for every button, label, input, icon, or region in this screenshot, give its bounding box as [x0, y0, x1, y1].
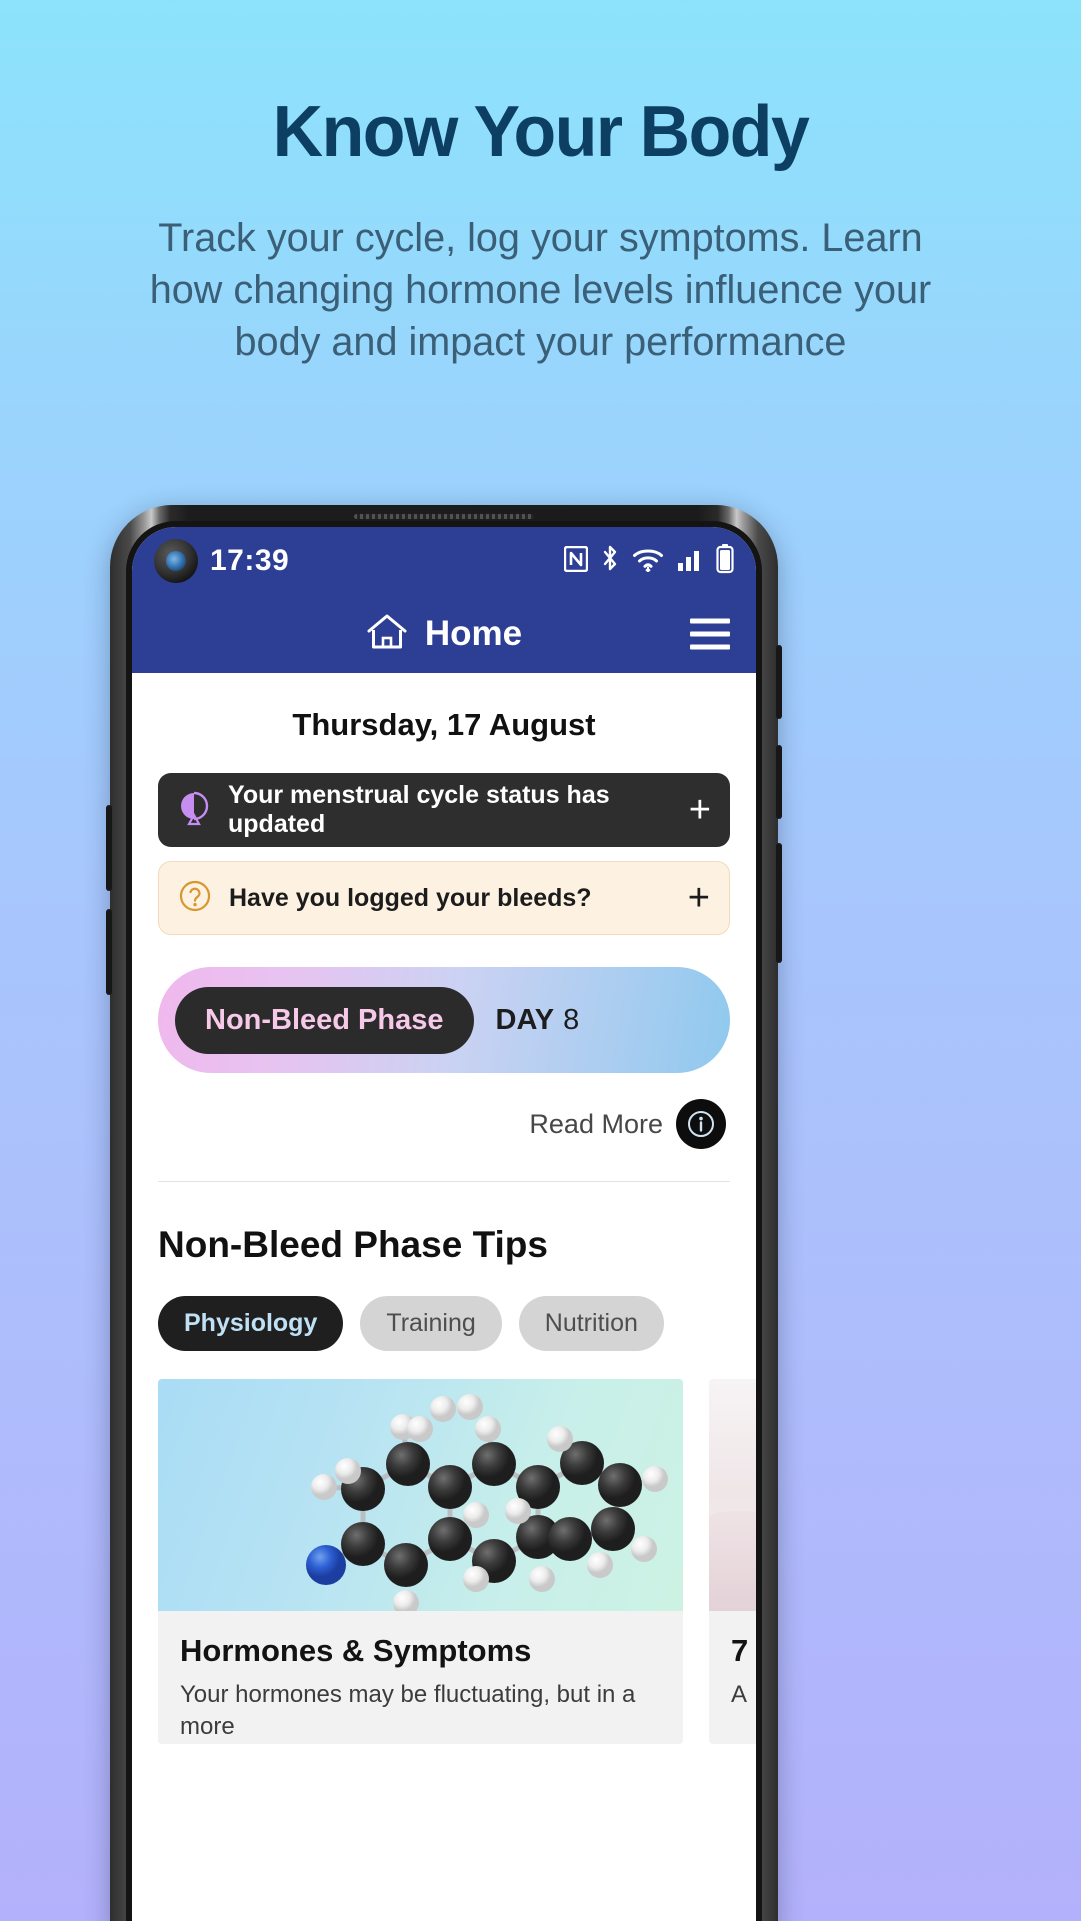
read-more-label: Read More [529, 1108, 663, 1139]
tip-card-title: 7 [731, 1633, 749, 1668]
volume-down-button[interactable] [106, 909, 112, 995]
tab-training[interactable]: Training [360, 1296, 502, 1351]
app-bar: Home [132, 595, 756, 673]
question-mark-icon [178, 879, 212, 918]
status-icon-group [563, 543, 734, 579]
tip-card-hormones[interactable]: Hormones & Symptoms Your hormones may be… [158, 1379, 683, 1744]
app-content: Thursday, 17 August Your menstrual cycle… [132, 673, 756, 1921]
day-number: 8 [563, 1003, 580, 1036]
molecule-illustration [158, 1379, 683, 1611]
cycle-day: DAY 8 [496, 1004, 580, 1037]
cycle-phase-banner[interactable]: Non-Bleed Phase DAY 8 [158, 967, 730, 1073]
tip-card-description: Your hormones may be fluctuating, but in… [180, 1681, 636, 1741]
power-button[interactable] [776, 645, 782, 719]
volume-up-button[interactable] [106, 805, 112, 891]
promo-header: Know Your Body Track your cycle, log you… [0, 0, 1081, 368]
pillow-shape [709, 1511, 756, 1611]
phone-screen: 17:39 Home Thursday, 17 August Your mens… [132, 527, 756, 1921]
wifi-icon [632, 546, 664, 577]
page-title: Know Your Body [272, 92, 810, 172]
phone-mockup: 17:39 Home Thursday, 17 August Your mens… [106, 505, 782, 1921]
tip-card-description: A [731, 1681, 748, 1708]
notice-card-cycle-status[interactable]: Your menstrual cycle status has updated … [158, 773, 730, 847]
info-icon[interactable] [676, 1099, 726, 1149]
moon-phase-icon [177, 790, 211, 831]
notice-card-log-bleeds[interactable]: Have you logged your bleeds? + [158, 861, 730, 935]
status-clock: 17:39 [210, 544, 290, 577]
page-subtitle: Track your cycle, log your symptoms. Lea… [149, 216, 932, 364]
notice-expand-button[interactable]: + [688, 879, 710, 917]
earpiece-speaker [354, 514, 534, 519]
notice-expand-button[interactable]: + [689, 791, 711, 829]
side-button-secondary[interactable] [776, 745, 782, 819]
status-bar: 17:39 [132, 527, 756, 595]
notice-text: Your menstrual cycle status has updated [228, 781, 610, 838]
tips-card-rail[interactable]: Hormones & Symptoms Your hormones may be… [158, 1379, 756, 1744]
day-label: DAY [495, 1003, 555, 1036]
tab-nutrition[interactable]: Nutrition [518, 1296, 664, 1351]
tips-category-tabs: Physiology Training Nutrition [158, 1296, 730, 1351]
bluetooth-icon [601, 545, 619, 577]
side-button-tertiary[interactable] [776, 843, 782, 963]
hamburger-menu-icon[interactable] [690, 618, 730, 650]
read-more-row[interactable]: Read More [158, 1099, 730, 1149]
battery-icon [716, 543, 734, 579]
front-camera-punchhole [154, 539, 198, 583]
tab-physiology[interactable]: Physiology [158, 1296, 344, 1351]
phase-label-pill: Non-Bleed Phase [175, 986, 474, 1054]
home-icon [366, 613, 408, 656]
tip-card-sleep[interactable]: 7 A [709, 1379, 756, 1744]
section-divider [158, 1181, 730, 1182]
tip-card-title: Hormones & Symptoms [180, 1633, 532, 1668]
app-bar-title: Home [424, 614, 523, 653]
current-date: Thursday, 17 August [292, 707, 596, 742]
sleeping-person-photo [709, 1379, 756, 1611]
nfc-icon [563, 545, 589, 577]
notice-text: Have you logged your bleeds? [229, 883, 592, 912]
tips-section-title: Non-Bleed Phase Tips [158, 1224, 548, 1265]
cellular-signal-icon [677, 546, 703, 577]
